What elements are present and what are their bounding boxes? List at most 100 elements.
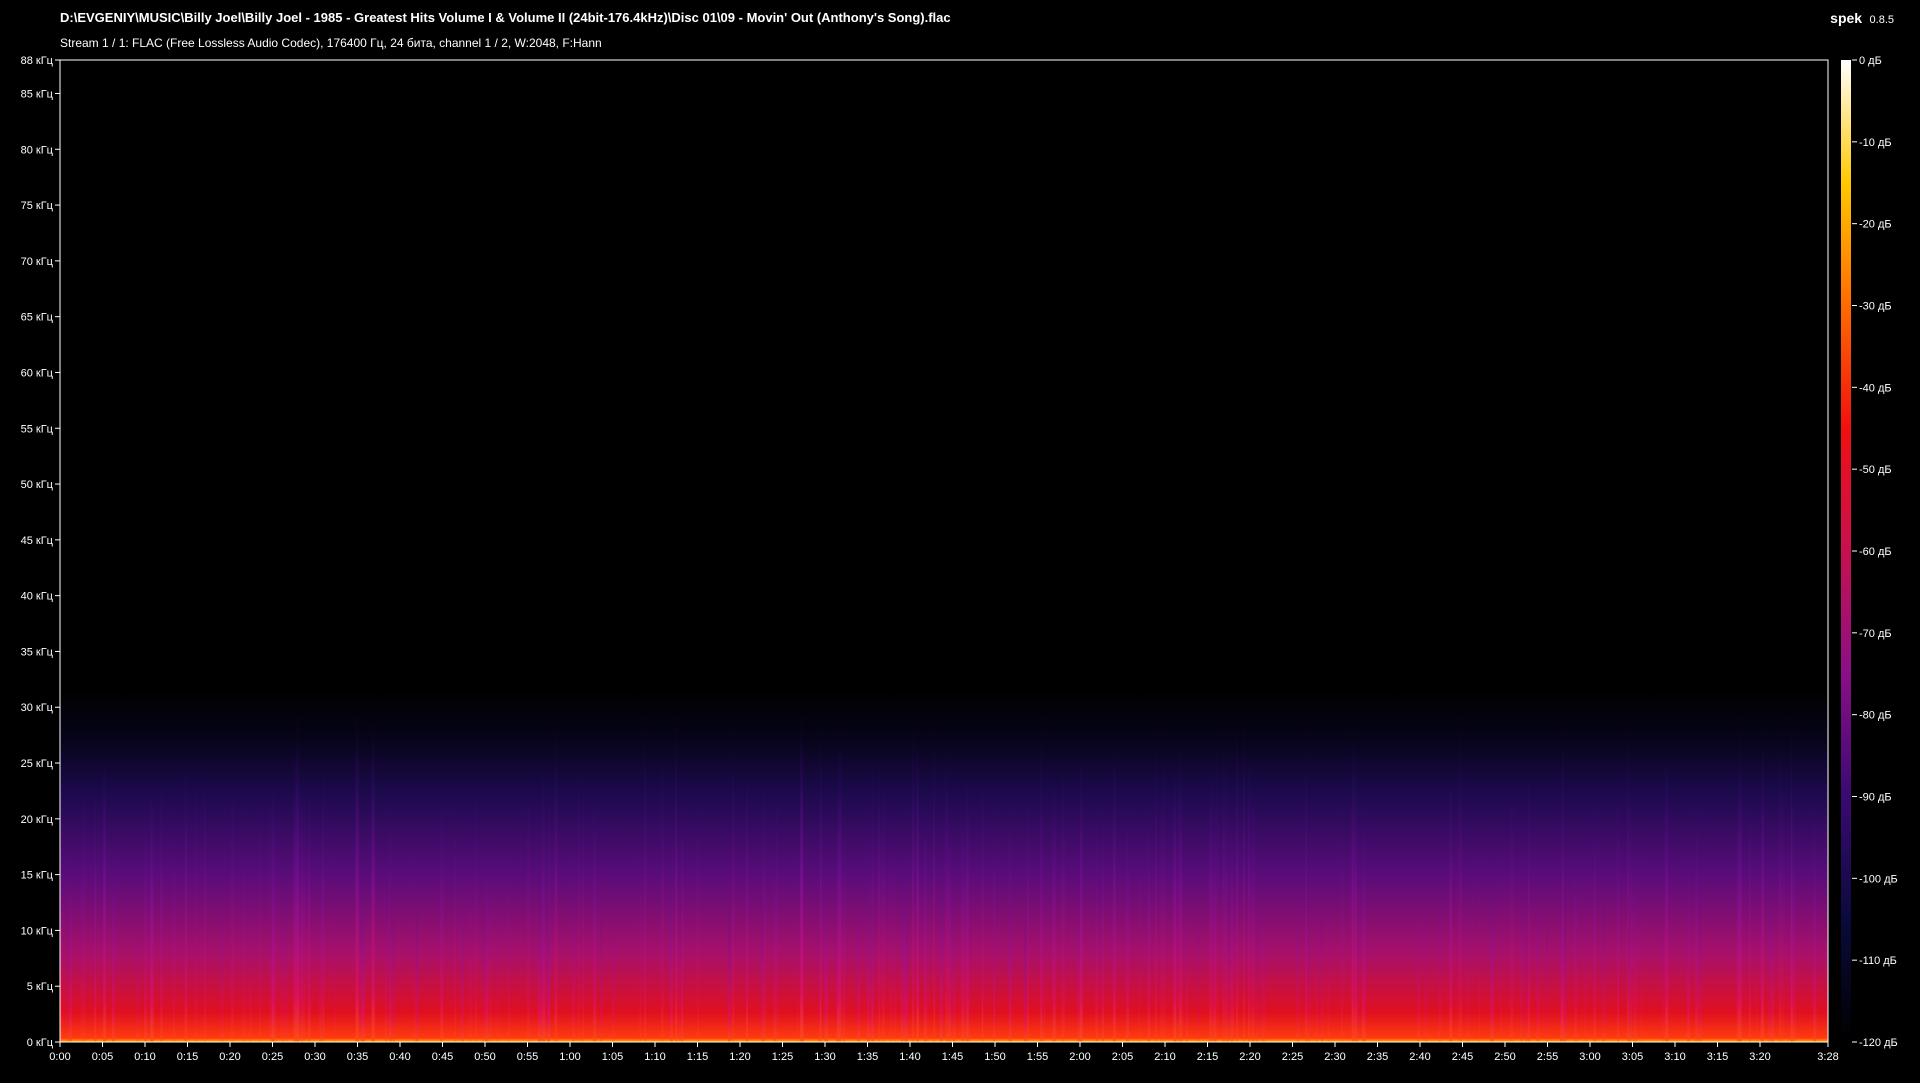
x-tick-label: 2:00 (1069, 1051, 1090, 1063)
spectral-streak (878, 738, 881, 1042)
spectral-streak (1563, 885, 1567, 1042)
spectral-streak (1767, 867, 1772, 1042)
x-tick-label: 2:40 (1409, 1051, 1430, 1063)
spectral-streak (775, 752, 778, 1042)
x-tick-label: 1:55 (1027, 1051, 1048, 1063)
spectral-streak (902, 839, 905, 1042)
spectral-streak (1230, 807, 1234, 1042)
spectral-streak (259, 773, 261, 1042)
spectral-streak (196, 884, 198, 1042)
spectral-streak (1213, 785, 1217, 1042)
time-axis: 0:00 0:05 0:10 0:15 0:20 0:25 0:30 0:35 0:40 0:45… (49, 1042, 1839, 1063)
x-tick-label: 2:20 (1239, 1051, 1260, 1063)
spectral-streak (1584, 821, 1587, 1042)
x-tick-label: 3:15 (1707, 1051, 1728, 1063)
y-tick-label: 60 кГц (21, 367, 54, 379)
spectral-streak (1248, 739, 1251, 1042)
x-tick-label: 2:45 (1452, 1051, 1473, 1063)
spectral-streak (732, 725, 735, 1042)
spectral-streak (1186, 838, 1188, 1042)
x-tick-label: 0:00 (49, 1051, 70, 1063)
x-tick-label: 2:35 (1367, 1051, 1388, 1063)
spectral-streak (293, 743, 297, 1042)
x-tick-label: 3:05 (1622, 1051, 1643, 1063)
x-tick-label: 3:10 (1664, 1051, 1685, 1063)
x-tick-label: 0:40 (389, 1051, 410, 1063)
spectral-streak (1357, 894, 1359, 1042)
spectral-streak (1449, 763, 1453, 1042)
x-tick-label: 0:10 (134, 1051, 155, 1063)
spectral-streak (1559, 858, 1563, 1042)
spectral-streak (69, 823, 72, 1042)
spectral-streak (1787, 904, 1790, 1042)
spectral-streak (1417, 840, 1420, 1042)
spectral-streak (1632, 800, 1635, 1042)
spectral-streak (1039, 810, 1043, 1042)
y-tick-label: 25 кГц (21, 758, 54, 770)
spectral-streak (866, 818, 870, 1042)
spectral-streak (1630, 776, 1633, 1042)
spectral-streak (761, 882, 764, 1042)
spectral-streak (1112, 849, 1116, 1042)
spectral-streak (838, 722, 842, 1042)
spectral-streak (993, 896, 995, 1042)
spectral-streak (858, 855, 860, 1042)
spectral-streak (800, 709, 803, 1042)
y-tick-label: 80 кГц (21, 144, 54, 156)
spectral-streak (362, 861, 366, 1042)
x-tick-label: 1:30 (814, 1051, 835, 1063)
spectral-streak (1341, 771, 1343, 1042)
spectral-streak (489, 812, 492, 1042)
spectral-streak (889, 795, 892, 1042)
spectrogram-chart: 0 кГц 5 кГц 10 кГц 15 кГц 20 кГц 25 кГц 30 кГц… (21, 55, 1898, 1063)
spectral-streak (371, 717, 375, 1042)
x-tick-label: 2:15 (1197, 1051, 1218, 1063)
spectral-streak (1695, 788, 1699, 1042)
spectral-streak (644, 712, 646, 1042)
x-tick-label: 0:55 (517, 1051, 538, 1063)
spectral-streak (1052, 766, 1056, 1042)
spectral-streak (1528, 827, 1530, 1042)
spectral-streak (1147, 793, 1150, 1042)
spectral-streak (1307, 873, 1311, 1042)
spectral-streak (355, 707, 359, 1042)
spectral-streak (1126, 787, 1129, 1042)
spectral-streak (94, 775, 96, 1042)
colorbar-tick-label: -50 дБ (1859, 464, 1892, 476)
spectral-streak (1510, 756, 1514, 1042)
spectral-streak (820, 720, 822, 1042)
spectral-streak (1251, 766, 1255, 1042)
x-tick-label: 2:55 (1537, 1051, 1558, 1063)
x-tick-label: 2:25 (1282, 1051, 1303, 1063)
spectral-streak (1467, 846, 1469, 1042)
x-tick-label: 1:35 (857, 1051, 878, 1063)
spectral-streak (797, 816, 799, 1042)
spectral-streak (1525, 905, 1528, 1042)
spectral-streak (1351, 729, 1355, 1042)
x-tick-label: 0:50 (474, 1051, 495, 1063)
x-tick-label: 1:00 (559, 1051, 580, 1063)
y-tick-label: 5 кГц (27, 981, 54, 993)
spectral-streak (1178, 736, 1182, 1042)
spectral-streak (462, 897, 464, 1042)
spectral-streak (1305, 814, 1307, 1042)
spectral-streak (1771, 831, 1774, 1042)
x-tick-label: 2:50 (1494, 1051, 1515, 1063)
spectral-streak (1027, 773, 1029, 1042)
y-tick-label: 88 кГц (21, 55, 54, 67)
spectral-streak (303, 759, 306, 1042)
spectral-streak (334, 827, 336, 1042)
spectral-streak (1479, 790, 1481, 1042)
spectral-streak (746, 757, 748, 1042)
spectral-streak (173, 778, 175, 1042)
spectral-streak (1355, 739, 1357, 1042)
spectral-streak (1698, 880, 1702, 1042)
x-tick-label: 1:45 (942, 1051, 963, 1063)
spectral-streak (496, 858, 498, 1042)
spectral-streak (103, 776, 107, 1042)
x-tick-label: 3:20 (1749, 1051, 1770, 1063)
x-tick-label: 1:05 (602, 1051, 623, 1063)
x-tick-label: 0:20 (219, 1051, 240, 1063)
spectral-streak (945, 734, 949, 1042)
spectral-streak (1617, 733, 1619, 1042)
